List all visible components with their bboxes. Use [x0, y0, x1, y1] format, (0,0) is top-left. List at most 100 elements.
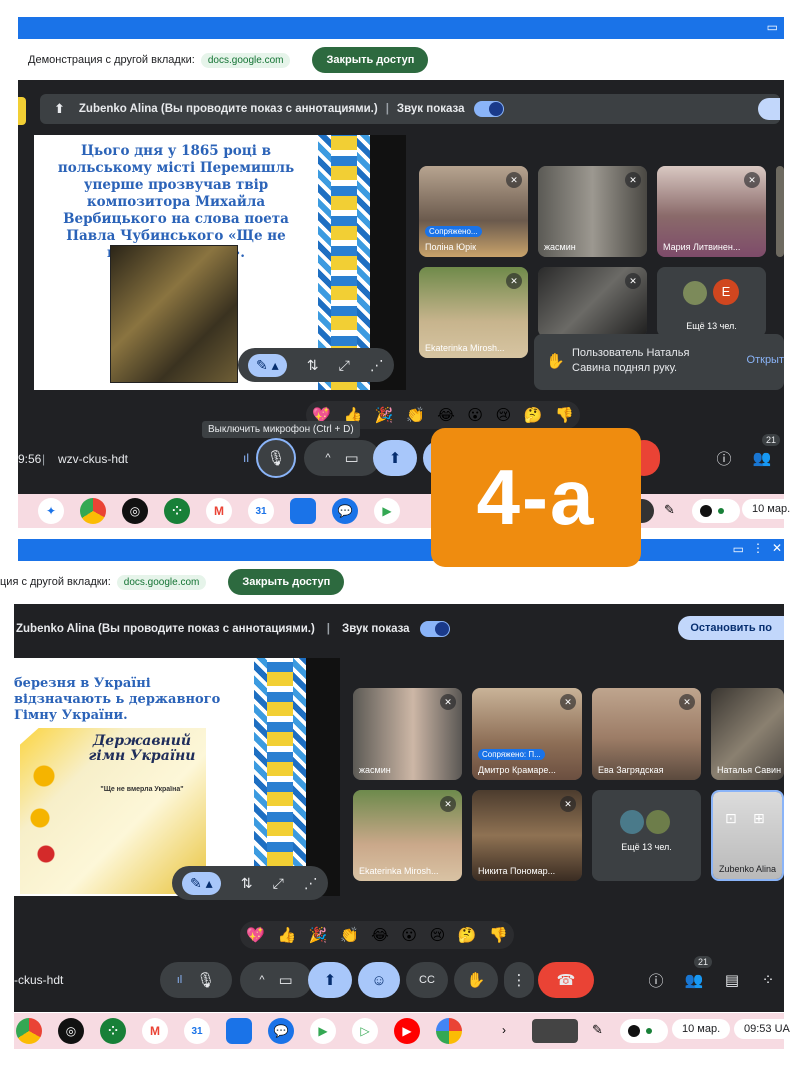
participant-tile[interactable]: ✕ Ева Загрядская [592, 688, 701, 780]
participant-tile[interactable]: ✕ [538, 267, 647, 337]
participant-tile[interactable]: ✕ Мария Литвинен... [657, 166, 766, 257]
participant-tile[interactable]: ✕ Сопряжено: П... Дмитро Крамаре... [472, 688, 582, 780]
window-preview[interactable] [532, 1019, 578, 1043]
share-icon[interactable]: ⋰ [370, 357, 384, 374]
status-pill[interactable] [620, 1019, 668, 1043]
chrome-icon[interactable] [16, 1018, 42, 1044]
gmail-icon[interactable]: M [142, 1018, 168, 1044]
more-participants-tile[interactable]: E Ещё 13 чел. [657, 267, 766, 337]
reaction-thumbs-down-icon[interactable]: 👎 [489, 926, 508, 944]
more-icon[interactable]: ⋮ [752, 541, 764, 555]
status-pill[interactable] [692, 499, 740, 523]
messages-icon[interactable]: 💬 [332, 498, 358, 524]
shelf-time[interactable]: 09:53 UA [734, 1019, 800, 1039]
reaction-clap-icon[interactable]: 👏 [340, 926, 359, 944]
stop-presenting-button[interactable]: Остановить по [678, 616, 784, 640]
side-tab[interactable] [18, 97, 26, 125]
participant-tile[interactable]: ✕ жасмин [538, 166, 647, 257]
more-participants-tile[interactable]: Ещё 13 чел. [592, 790, 701, 881]
participant-tile[interactable]: ✕ жасмин [353, 688, 462, 780]
participant-tile[interactable]: ✕ Сопряжено... Поліна Юрік [419, 166, 528, 257]
expand-icon[interactable]: ⤢ [273, 875, 284, 892]
meet-icon[interactable]: ▶ [310, 1018, 336, 1044]
chevron-up-icon[interactable]: ^ [259, 974, 264, 986]
gmail-icon[interactable]: M [206, 498, 232, 524]
stop-sharing-button[interactable]: Закрыть доступ [312, 47, 429, 73]
camera-button[interactable]: ^ ▭ [304, 440, 380, 476]
files-icon[interactable] [226, 1018, 252, 1044]
reaction-thumbs-up-icon[interactable]: 👍 [278, 926, 297, 944]
raise-hand-button[interactable]: ✋ [454, 962, 498, 998]
play-store-icon[interactable]: ▷ [352, 1018, 378, 1044]
reorder-icon[interactable]: ⇅ [307, 357, 319, 374]
info-icon[interactable]: ⓘ [708, 442, 740, 474]
reaction-sad-icon[interactable]: 😢 [496, 406, 512, 424]
photos-icon[interactable] [436, 1018, 462, 1044]
stylus-icon[interactable]: ✎ [664, 502, 675, 518]
reaction-thinking-icon[interactable]: 🤔 [458, 926, 477, 944]
more-options-button[interactable]: ⋮ [504, 962, 534, 998]
open-queue-button[interactable]: Открыт [747, 354, 784, 366]
activities-icon[interactable]: ⁘ [752, 964, 784, 996]
chevron-up-icon[interactable]: ^ [325, 452, 330, 464]
youtube-icon[interactable]: ▶ [394, 1018, 420, 1044]
participant-tile[interactable]: ✕ Ekaterinka Mirosh... [353, 790, 462, 881]
cast-app-icon[interactable]: ◎ [122, 498, 148, 524]
reaction-thumbs-down-icon[interactable]: 👎 [555, 406, 574, 424]
reaction-heart-icon[interactable]: 💖 [246, 926, 265, 944]
reaction-laugh-icon[interactable]: 😂 [437, 406, 455, 424]
participant-tile[interactable]: ✕ Никита Пономар... [472, 790, 582, 881]
microphone-button[interactable]: 🎙 [256, 438, 296, 478]
messages-icon[interactable]: 💬 [268, 1018, 294, 1044]
calendar-icon[interactable]: 31 [184, 1018, 210, 1044]
reaction-clap-icon[interactable]: 👏 [406, 406, 425, 424]
camera-icon[interactable]: ▭ [733, 542, 744, 556]
end-call-button[interactable]: ☎ [538, 962, 594, 998]
present-button[interactable]: ⬆ [308, 962, 352, 998]
cast-app-icon[interactable]: ◎ [58, 1018, 84, 1044]
annotate-pen-icon[interactable]: ✎ ▴ [182, 871, 221, 895]
annotate-pen-icon[interactable]: ✎ ▴ [248, 353, 287, 377]
self-tile[interactable]: ⊡ ⊞ Zubenko Alina [711, 790, 784, 881]
close-icon[interactable]: ✕ [772, 541, 782, 555]
microphone-button[interactable]: ıl 🎙 [160, 962, 232, 998]
share-audio-toggle[interactable] [474, 101, 505, 117]
reaction-thinking-icon[interactable]: 🤔 [524, 406, 543, 424]
shelf-date[interactable]: 10 мар. [742, 499, 800, 519]
pin-icon[interactable]: ⊞ [753, 810, 765, 827]
meet-icon[interactable]: ▶ [374, 498, 400, 524]
present-button[interactable]: ⬆ [373, 440, 417, 476]
chevron-right-icon[interactable]: › [502, 1023, 506, 1037]
people-icon[interactable]: 👥 [678, 964, 710, 996]
camera-button[interactable]: ^ ▭ [240, 962, 312, 998]
reaction-surprised-icon[interactable]: 😮 [467, 406, 483, 424]
participant-tile[interactable]: ✕ Ekaterinka Mirosh... [419, 267, 528, 358]
reaction-sad-icon[interactable]: 😢 [430, 926, 446, 944]
reorder-icon[interactable]: ⇅ [241, 875, 253, 892]
reactions-button[interactable]: ☺ [358, 962, 400, 998]
share-audio-toggle[interactable] [419, 621, 450, 637]
reaction-party-icon[interactable]: 🎉 [309, 926, 328, 944]
share-icon[interactable]: ⋰ [304, 875, 318, 892]
apps-icon[interactable]: ⁘ [164, 498, 190, 524]
files-icon[interactable] [290, 498, 316, 524]
camera-icon[interactable]: ▭ [767, 20, 778, 34]
chat-icon[interactable]: ▤ [716, 964, 748, 996]
participant-tile[interactable]: Наталья Савин [711, 688, 784, 780]
shelf-date[interactable]: 10 мар. [672, 1019, 731, 1039]
captions-button[interactable]: CC [406, 962, 448, 998]
frame-icon[interactable]: ⊡ [725, 810, 737, 827]
reaction-laugh-icon[interactable]: 😂 [371, 926, 389, 944]
apps-icon[interactable]: ⁘ [100, 1018, 126, 1044]
reaction-surprised-icon[interactable]: 😮 [401, 926, 417, 944]
expand-icon[interactable]: ⤢ [339, 357, 350, 374]
info-icon[interactable]: ⓘ [640, 964, 672, 996]
stop-presenting-button[interactable] [758, 98, 780, 120]
launcher-icon[interactable]: ✦ [38, 498, 64, 524]
people-icon[interactable]: 👥 [746, 442, 778, 474]
stop-sharing-button[interactable]: Закрыть доступ [228, 569, 345, 595]
reaction-party-icon[interactable]: 🎉 [375, 406, 394, 424]
chrome-icon[interactable] [80, 498, 106, 524]
calendar-icon[interactable]: 31 [248, 498, 274, 524]
stylus-icon[interactable]: ✎ [592, 1022, 603, 1038]
